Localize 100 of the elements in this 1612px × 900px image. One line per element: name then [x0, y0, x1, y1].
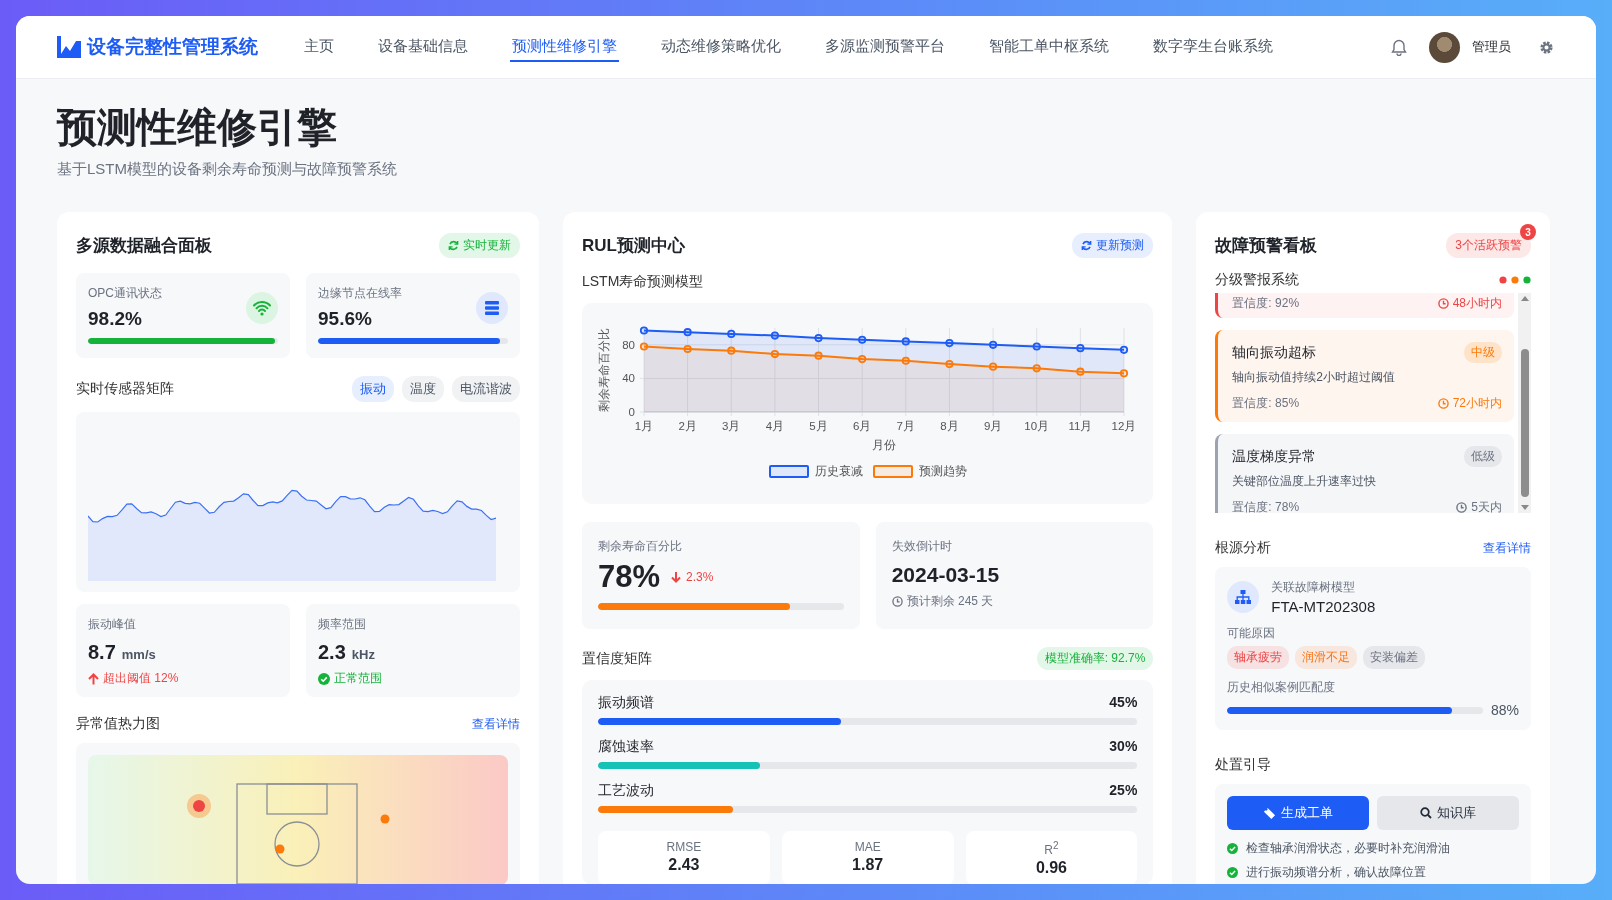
- nav-tab[interactable]: 数字孪生台账系统: [1151, 32, 1275, 62]
- clock-icon: [891, 596, 903, 607]
- data-point: [945, 339, 954, 348]
- x-tick-label: 1月: [634, 420, 654, 432]
- data-point: [1119, 369, 1129, 378]
- change-value: 2.3%: [686, 570, 714, 584]
- alert-description: 关键部位温度上升速率过快: [1232, 473, 1378, 490]
- user-name[interactable]: 管理员: [1472, 38, 1511, 56]
- x-tick-label: 7月: [896, 420, 915, 432]
- details-link[interactable]: 查看详情: [472, 715, 520, 733]
- clock-icon: [1437, 298, 1449, 309]
- refresh-icon: [448, 240, 459, 251]
- nav-tab[interactable]: 主页: [302, 32, 336, 62]
- stat-label: 边缘节点在线率: [318, 285, 402, 302]
- alert-card[interactable]: 轴向振动超标 中级 轴向振动值持续2小时超过阈值 置信度: 85% 72小时内: [1215, 330, 1514, 422]
- details-link[interactable]: 查看详情: [1483, 539, 1531, 557]
- data-point: [858, 355, 867, 364]
- sensor-tab[interactable]: 振动: [352, 376, 394, 402]
- x-tick-label: 3月: [722, 420, 741, 432]
- causes-label: 可能原因: [1227, 625, 1277, 642]
- x-tick-label: 10月: [1024, 420, 1050, 432]
- settings-icon[interactable]: [1539, 39, 1554, 55]
- panel-title: 多源数据融合面板: [76, 235, 212, 257]
- check-circle-icon: [1227, 843, 1239, 854]
- data-point: [727, 329, 736, 338]
- score-label: RMSE: [666, 840, 702, 854]
- guide-step: 检查轴承润滑状态，必要时补充润滑油: [1246, 840, 1451, 857]
- factor-label: 腐蚀速率: [598, 738, 654, 756]
- clock-icon: [1437, 398, 1449, 409]
- failure-date: 2024-03-15: [891, 563, 1001, 587]
- panel-title: RUL预测中心: [582, 235, 685, 257]
- sensor-tab[interactable]: 电流谐波: [452, 376, 520, 402]
- app-logo-text[interactable]: 设备完整性管理系统: [87, 34, 258, 60]
- data-point: [1076, 344, 1085, 353]
- alert-eta: 5天内: [1471, 499, 1502, 513]
- data-point: [727, 346, 736, 355]
- search-icon: [1420, 807, 1433, 819]
- alert-card[interactable]: 置信度: 92% 48小时内: [1215, 293, 1514, 318]
- clock-icon: [1456, 502, 1468, 513]
- x-tick-label: 4月: [765, 420, 785, 432]
- metric-label: 振动峰值: [88, 616, 137, 633]
- avatar[interactable]: [1429, 31, 1460, 63]
- stat-label: OPC通讯状态: [88, 285, 162, 302]
- x-tick-label: 11月: [1068, 420, 1093, 432]
- data-point: [901, 356, 910, 365]
- legend-label: 历史衰减: [814, 463, 863, 480]
- nav-tab[interactable]: 预测性维修引擎: [510, 32, 619, 62]
- nav-tab[interactable]: 动态维修策略优化: [659, 32, 783, 62]
- page-title: 预测性维修引擎: [57, 104, 338, 151]
- stat-value: 95.6%: [318, 308, 373, 330]
- wifi-icon: [246, 291, 278, 324]
- score-value: 1.87: [852, 856, 884, 874]
- sensor-tab[interactable]: 温度: [402, 376, 444, 402]
- data-point: [639, 342, 649, 351]
- nav-tab[interactable]: 智能工单中枢系统: [987, 32, 1111, 62]
- remaining-life-value: 78%: [598, 559, 661, 595]
- metric-value: 2.3: [318, 641, 346, 664]
- metric-note: 超出阈值 12%: [103, 670, 179, 687]
- bell-icon[interactable]: [1391, 38, 1407, 56]
- metric-unit: mm/s: [121, 647, 156, 662]
- x-tick-label: 12月: [1111, 420, 1137, 432]
- hotspot-point: [187, 794, 211, 818]
- data-point: [814, 334, 823, 343]
- legend-swatch: [768, 465, 809, 478]
- factor-label: 工艺波动: [598, 782, 654, 800]
- refresh-icon: [1081, 240, 1093, 251]
- check-circle-icon: [1227, 867, 1239, 878]
- data-point: [1119, 345, 1129, 354]
- knowledge-base-button[interactable]: 知识库: [1377, 796, 1519, 830]
- section-title: 分级警报系统: [1215, 271, 1300, 289]
- data-point: [770, 349, 779, 359]
- cause-tag: 安装偏差: [1363, 646, 1426, 669]
- section-title: 处置引导: [1215, 756, 1272, 774]
- alert-confidence: 置信度: 92%: [1232, 295, 1300, 312]
- alert-card[interactable]: 温度梯度异常 低级 关键部位温度上升速率过快 置信度: 78% 5天内: [1215, 434, 1514, 513]
- nav-tab[interactable]: 设备基础信息: [376, 32, 470, 62]
- update-forecast-button[interactable]: 更新预测: [1072, 233, 1154, 258]
- data-point: [770, 331, 779, 340]
- x-tick-label: 8月: [940, 420, 959, 432]
- scrollbar[interactable]: [1518, 293, 1531, 513]
- alert-confidence: 置信度: 85%: [1232, 395, 1300, 412]
- alert-description: 轴向振动值持续2小时超过阈值: [1232, 369, 1397, 386]
- severity-badge: 低级: [1464, 446, 1502, 467]
- create-work-order-button[interactable]: 生成工单: [1227, 796, 1370, 830]
- data-point: [945, 360, 954, 369]
- server-icon: [476, 291, 508, 324]
- accuracy-badge: 模型准确率: 92.7%: [1036, 647, 1154, 670]
- model-label: 关联故障树模型: [1271, 579, 1357, 596]
- cause-tag: 轴承疲劳: [1227, 646, 1290, 669]
- data-point: [639, 326, 649, 335]
- x-tick-label: 5月: [809, 420, 828, 432]
- section-title: 根源分析: [1215, 539, 1272, 557]
- arrow-up-icon: [88, 672, 99, 685]
- badge-label: 实时更新: [463, 237, 511, 254]
- chart-title: LSTM寿命预测模型: [582, 273, 705, 291]
- score-label: R$^{2}$: [1044, 840, 1059, 857]
- factor-value: 45%: [1109, 694, 1138, 712]
- alert-count-badge: 3: [1520, 224, 1536, 240]
- nav-tab[interactable]: 多源监测预警平台: [823, 32, 947, 62]
- alert-title: 温度梯度异常: [1232, 447, 1317, 466]
